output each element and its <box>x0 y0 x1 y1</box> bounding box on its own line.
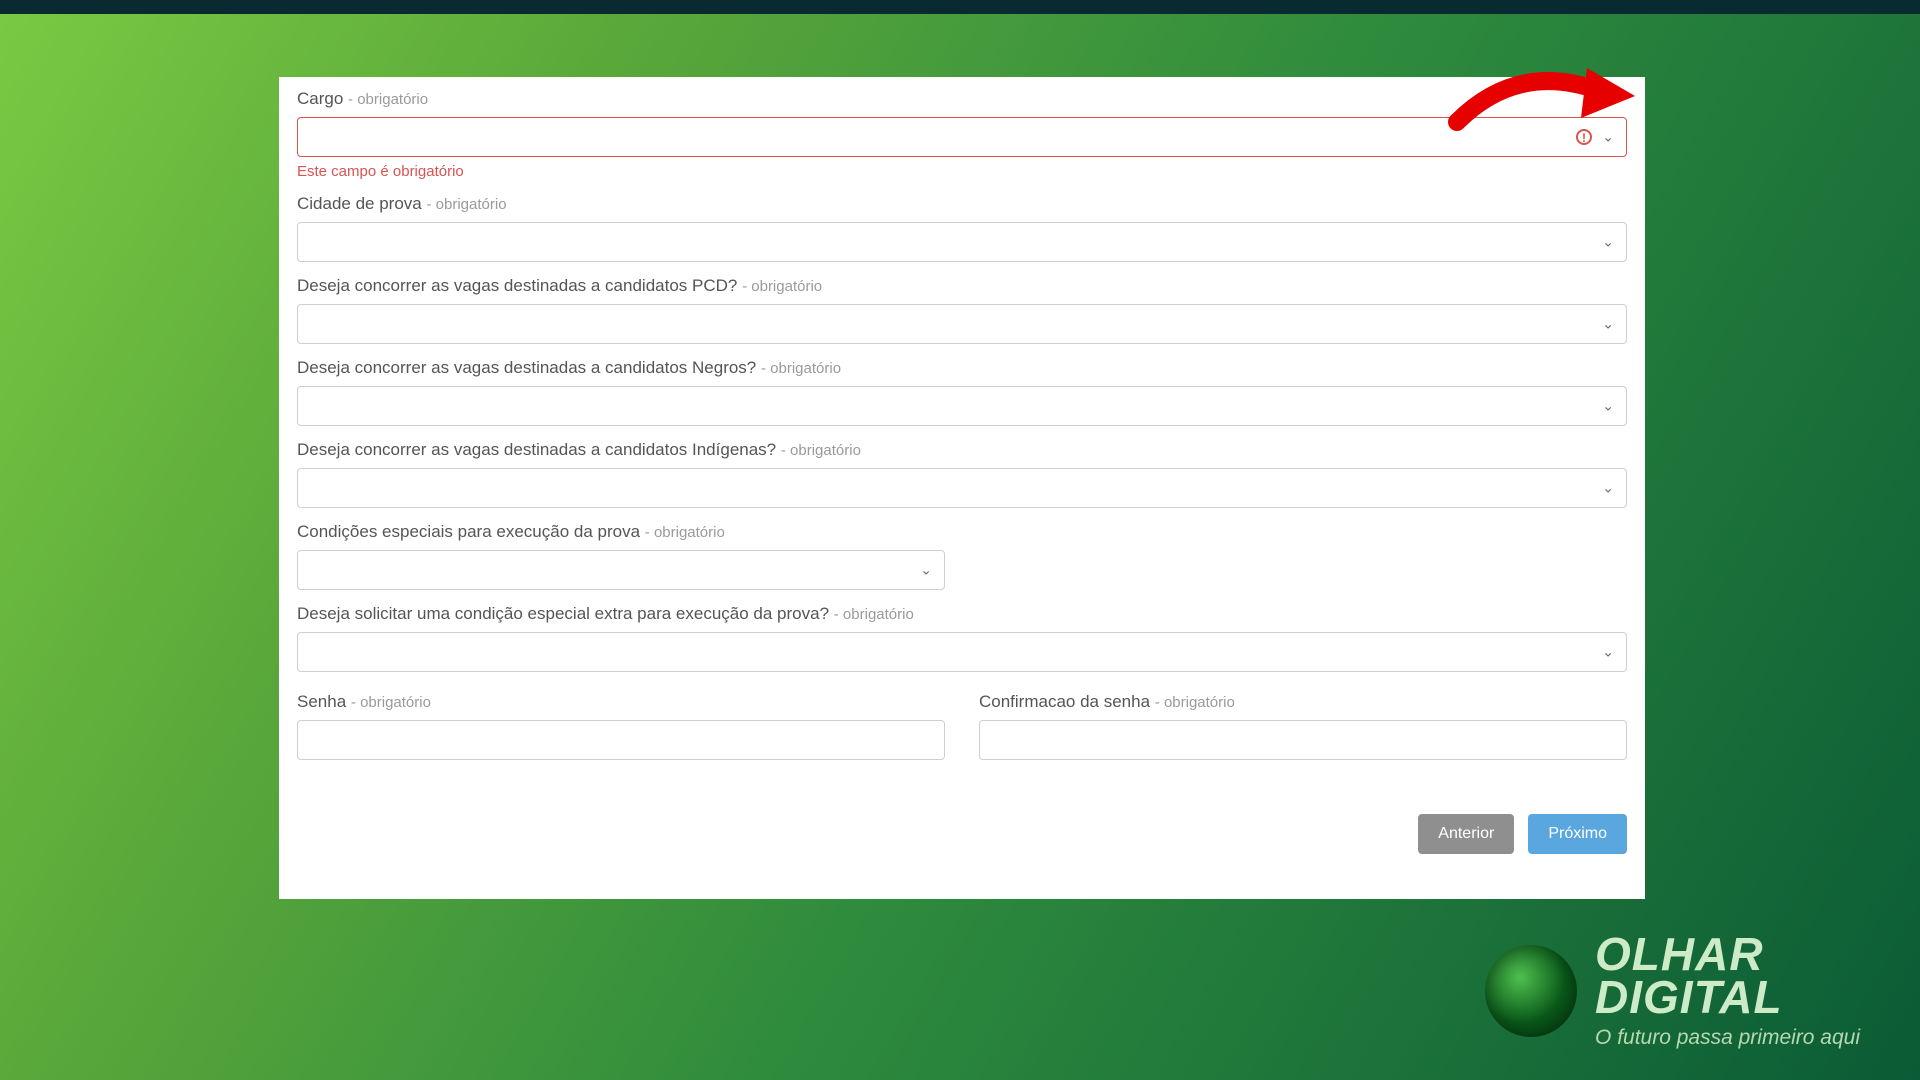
chevron-down-icon: ⌄ <box>1602 129 1614 146</box>
label-indigenas-text: Deseja concorrer as vagas destinadas a c… <box>297 440 776 459</box>
select-condicoes[interactable]: ⌄ <box>297 550 945 590</box>
select-cargo[interactable]: ! ⌄ <box>297 117 1627 157</box>
label-cidade-text: Cidade de prova <box>297 194 422 213</box>
field-negros: Deseja concorrer as vagas destinadas a c… <box>297 358 1627 426</box>
select-cidade[interactable]: ⌄ <box>297 222 1627 262</box>
label-senha-text: Senha <box>297 692 346 711</box>
field-indigenas: Deseja concorrer as vagas destinadas a c… <box>297 440 1627 508</box>
label-cidade: Cidade de prova - obrigatório <box>297 194 1627 214</box>
label-confirmacao: Confirmacao da senha - obrigatório <box>979 692 1627 712</box>
input-senha[interactable] <box>297 720 945 760</box>
label-condicoes-text: Condições especiais para execução da pro… <box>297 522 640 541</box>
chevron-down-icon: ⌄ <box>1602 480 1614 497</box>
button-row: Anterior Próximo <box>297 814 1627 854</box>
brand-name-line2: DIGITAL <box>1595 976 1860 1020</box>
select-negros[interactable]: ⌄ <box>297 386 1627 426</box>
label-indigenas: Deseja concorrer as vagas destinadas a c… <box>297 440 1627 460</box>
label-extra-req: - obrigatório <box>834 606 914 623</box>
previous-button[interactable]: Anterior <box>1418 814 1514 854</box>
label-cargo: Cargo - obrigatório <box>297 89 1627 109</box>
label-condicoes: Condições especiais para execução da pro… <box>297 522 1627 542</box>
field-condicoes: Condições especiais para execução da pro… <box>297 522 1627 590</box>
label-senha-req: - obrigatório <box>351 694 431 711</box>
chevron-down-icon: ⌄ <box>1602 234 1614 251</box>
brand-watermark: OLHAR DIGITAL O futuro passa primeiro aq… <box>1485 933 1860 1050</box>
field-senha: Senha - obrigatório <box>297 692 945 760</box>
brand-text-block: OLHAR DIGITAL O futuro passa primeiro aq… <box>1595 933 1860 1050</box>
label-pcd: Deseja concorrer as vagas destinadas a c… <box>297 276 1627 296</box>
brand-name-line1: OLHAR <box>1595 933 1860 977</box>
label-indigenas-req: - obrigatório <box>781 442 861 459</box>
field-confirmacao: Confirmacao da senha - obrigatório <box>979 692 1627 760</box>
label-confirmacao-req: - obrigatório <box>1155 694 1235 711</box>
select-indigenas[interactable]: ⌄ <box>297 468 1627 508</box>
label-negros-text: Deseja concorrer as vagas destinadas a c… <box>297 358 756 377</box>
password-row: Senha - obrigatório Confirmacao da senha… <box>297 686 1627 774</box>
globe-icon <box>1485 945 1577 1037</box>
brand-tagline: O futuro passa primeiro aqui <box>1595 1026 1860 1050</box>
chevron-down-icon: ⌄ <box>1602 644 1614 661</box>
label-senha: Senha - obrigatório <box>297 692 945 712</box>
label-extra: Deseja solicitar uma condição especial e… <box>297 604 1627 624</box>
label-condicoes-req: - obrigatório <box>645 524 725 541</box>
select-pcd[interactable]: ⌄ <box>297 304 1627 344</box>
field-extra: Deseja solicitar uma condição especial e… <box>297 604 1627 672</box>
chevron-down-icon: ⌄ <box>1602 398 1614 415</box>
label-pcd-text: Deseja concorrer as vagas destinadas a c… <box>297 276 737 295</box>
label-negros: Deseja concorrer as vagas destinadas a c… <box>297 358 1627 378</box>
label-extra-text: Deseja solicitar uma condição especial e… <box>297 604 829 623</box>
label-cargo-text: Cargo <box>297 89 343 108</box>
label-cargo-req: - obrigatório <box>348 91 428 108</box>
error-icon: ! <box>1576 129 1592 145</box>
field-cidade: Cidade de prova - obrigatório ⌄ <box>297 194 1627 262</box>
select-extra[interactable]: ⌄ <box>297 632 1627 672</box>
form-panel: Cargo - obrigatório ! ⌄ Este campo é obr… <box>279 77 1645 899</box>
chevron-down-icon: ⌄ <box>1602 316 1614 333</box>
chevron-down-icon: ⌄ <box>920 562 932 579</box>
page-background: Cargo - obrigatório ! ⌄ Este campo é obr… <box>0 0 1920 1080</box>
label-confirmacao-text: Confirmacao da senha <box>979 692 1150 711</box>
next-button[interactable]: Próximo <box>1528 814 1627 854</box>
input-confirmacao[interactable] <box>979 720 1627 760</box>
field-cargo: Cargo - obrigatório ! ⌄ Este campo é obr… <box>297 89 1627 180</box>
error-message-cargo: Este campo é obrigatório <box>297 163 1627 180</box>
field-pcd: Deseja concorrer as vagas destinadas a c… <box>297 276 1627 344</box>
label-cidade-req: - obrigatório <box>427 196 507 213</box>
label-negros-req: - obrigatório <box>761 360 841 377</box>
label-pcd-req: - obrigatório <box>742 278 822 295</box>
